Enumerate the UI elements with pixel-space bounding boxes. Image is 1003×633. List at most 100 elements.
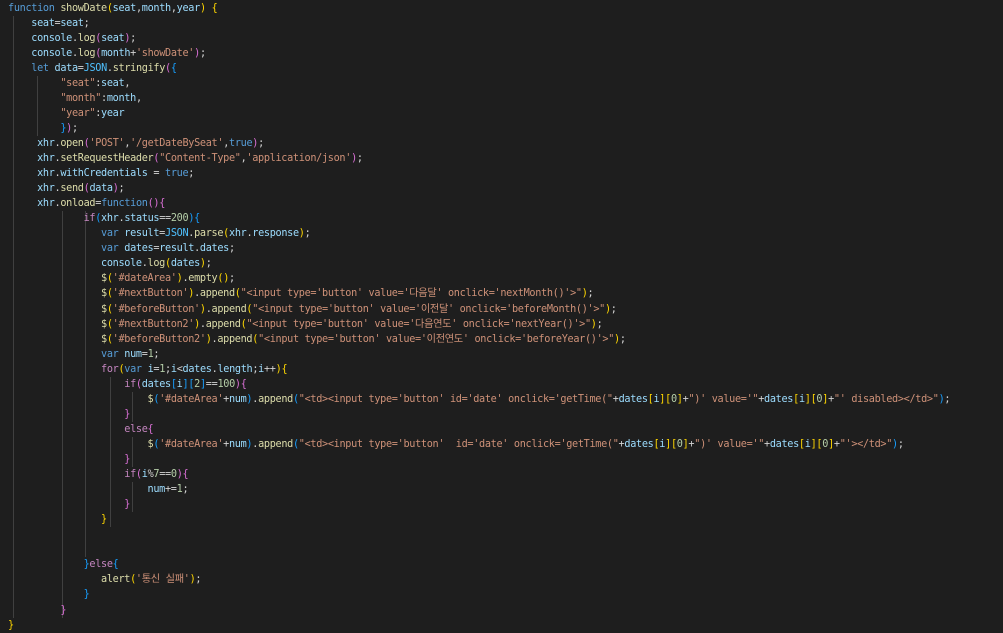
code-line: $('#dateArea'+num).append("<td><input ty… <box>8 392 951 407</box>
code-token: ; <box>228 243 235 255</box>
code-token: status <box>124 213 160 225</box>
code-token: for <box>101 363 119 375</box>
code-token: ; <box>610 303 617 315</box>
code-line: if(i%7==0){ <box>8 467 188 482</box>
code-token: 'application/json' <box>246 153 352 164</box>
code-line: $('#nextButton').append("<input type='bu… <box>8 286 594 301</box>
code-token: append <box>211 303 247 315</box>
code-token: dates <box>764 393 794 405</box>
code-token: withCredentials <box>60 168 148 180</box>
code-token: ")' value='" <box>694 438 765 450</box>
code-token: result <box>159 243 195 255</box>
code-token: stringify <box>112 62 166 74</box>
code-token: ; <box>182 484 189 496</box>
code-token: xhr <box>37 168 55 180</box>
code-token: alert <box>101 574 131 586</box>
code-token: append <box>205 318 241 330</box>
code-line: var num=1; <box>8 347 160 362</box>
code-token: seat <box>60 17 84 29</box>
code-line: alert('통신 실패'); <box>8 572 202 587</box>
code-token: } <box>124 454 131 465</box>
code-token: dates <box>618 393 648 405</box>
code-token: dates <box>182 363 212 375</box>
code-token: '#dateArea' <box>159 438 224 450</box>
code-token: } <box>83 589 90 601</box>
code-token: = <box>147 168 166 180</box>
code-token: response <box>252 228 299 240</box>
code-token: "<input type='button' value='다음달' onclic… <box>240 288 582 300</box>
code-token: { <box>159 198 166 210</box>
code-token: function <box>8 2 61 14</box>
code-line: let data=JSON.stringify({ <box>8 61 177 76</box>
code-token: ; <box>71 122 78 134</box>
code-token: '#nextButton2' <box>112 318 195 330</box>
code-token: data <box>89 183 113 195</box>
code-token: data <box>54 62 79 74</box>
code-token: console <box>31 32 72 44</box>
code-token: year <box>101 107 125 119</box>
code-token: send <box>60 183 84 195</box>
code-token: "<input type='button' value='이전달' onclic… <box>252 303 605 315</box>
code-token: } <box>101 514 107 526</box>
code-line: var dates=result.dates; <box>8 241 235 256</box>
code-token: log <box>147 258 166 270</box>
code-token: } <box>8 619 14 631</box>
code-token: ; <box>153 348 160 360</box>
code-token: { <box>170 62 177 74</box>
code-token: if <box>124 378 136 390</box>
code-token: { <box>112 559 119 571</box>
code-token: year <box>176 2 201 14</box>
code-token: else <box>89 559 113 571</box>
code-token: month <box>101 47 131 59</box>
code-line: $('#nextButton2').append("<input type='b… <box>8 317 603 332</box>
code-token: '#dateArea' <box>112 273 177 285</box>
code-token: "<td><input type='button' id='date' oncl… <box>298 393 613 405</box>
code-editor[interactable]: function showDate(seat,month,year) { sea… <box>0 0 1003 633</box>
code-token: dates <box>624 438 654 450</box>
code-line: console.log(dates); <box>8 256 212 271</box>
code-token: dates <box>769 438 799 450</box>
code-line: } <box>8 452 130 467</box>
code-token: month <box>106 92 136 104</box>
code-token: == <box>159 469 171 481</box>
code-line: }); <box>8 121 78 136</box>
code-token: dates <box>124 243 154 255</box>
code-token: xhr <box>37 137 55 149</box>
code-line: console.log(seat); <box>8 31 136 46</box>
code-line: "month":month, <box>8 91 142 106</box>
code-token: seat <box>101 77 125 89</box>
code-line: } <box>8 407 130 422</box>
code-token: '#beforeButton2' <box>112 333 206 345</box>
code-token: ")' value='" <box>688 393 759 405</box>
code-token: JSON <box>83 62 108 74</box>
code-token: '통신 실패' <box>135 574 190 586</box>
code-line: $('#beforeButton2').append("<input type=… <box>8 332 626 347</box>
code-token: num <box>228 438 247 450</box>
code-token: ; <box>304 228 311 240</box>
code-token: dates <box>141 378 171 390</box>
code-token: append <box>199 288 235 300</box>
code-line: console.log(month+'showDate'); <box>8 46 206 61</box>
code-token: empty <box>188 273 218 285</box>
code-token: "' disabled></td>" <box>833 393 939 405</box>
